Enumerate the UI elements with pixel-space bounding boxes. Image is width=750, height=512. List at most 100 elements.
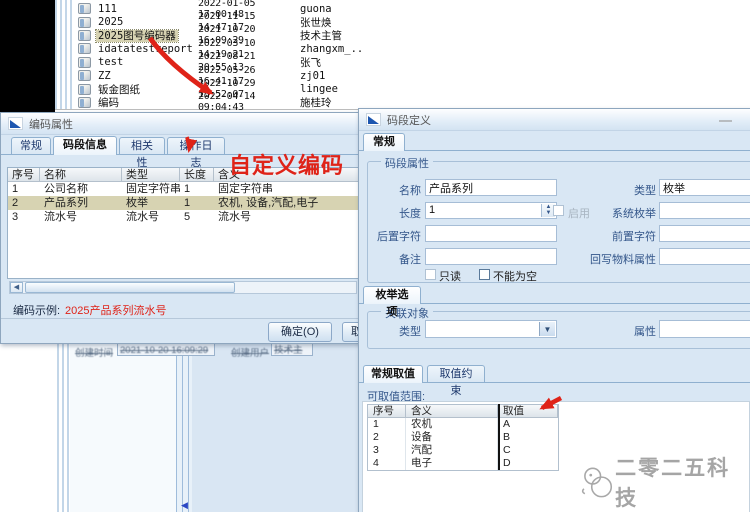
col-header[interactable]: 序号 [8,168,40,181]
tab-relevance[interactable]: 相关性 [119,137,165,155]
pane-splitter-top[interactable] [55,0,72,110]
readonly-checkbox[interactable] [425,269,436,280]
type-input[interactable] [659,179,750,196]
col-header[interactable]: 长度 [180,168,214,181]
segment-props-group-label: 码段属性 [381,155,433,171]
segment-row-selected[interactable]: 2 产品系列 枚举 1 农机, 设备,汽配,电子 [8,196,360,210]
file-name[interactable]: ZZ [96,70,113,82]
value-row[interactable]: 4 电子 D [368,457,558,470]
app-logo-icon [8,117,23,130]
file-row[interactable]: idatatestreport 2022-03-10 14:19:21 zhan… [72,42,748,55]
notnull-checkbox[interactable] [479,269,490,280]
file-name[interactable]: 钣金图纸 [96,84,142,96]
cell-type: 流水号 [122,210,180,224]
watermark: 二零二五科技 [580,452,750,512]
length-label: 长度 [371,205,421,221]
value-table-header[interactable]: 序号 含义 取值 [368,405,558,418]
scrollbar-thumb[interactable] [25,282,235,293]
tab-general[interactable]: 常规 [11,137,51,155]
col-header[interactable]: 含义 [406,405,498,417]
chevron-down-icon[interactable]: ▼ [539,322,555,336]
tab-segment-info[interactable]: 码段信息 [53,136,117,155]
sample-value: 2025产品系列流水号 [65,302,166,318]
enable-checkbox[interactable] [553,205,564,216]
file-row-selected[interactable]: 2025图号编码器 2021-10-20 16:09:29 技术主管 [72,29,748,42]
name-input[interactable] [425,179,557,196]
col-header[interactable]: 名称 [40,168,122,181]
file-row[interactable]: test 2022-08-21 20:55:13 张飞 [72,56,748,69]
assoc-attr-input[interactable] [659,320,750,338]
file-list: 111 2022-01-05 17:00:48 guona 2025 2021-… [72,2,748,109]
segment-row[interactable]: 1 公司名称 固定字符串 1 固定字符串 [8,182,360,196]
suffix-input[interactable] [425,225,557,242]
document-icon [78,70,91,81]
file-name[interactable]: 111 [96,3,119,15]
sys-enum-input[interactable] [659,202,750,219]
col-header[interactable]: 序号 [368,405,406,417]
tab-underline [359,150,750,151]
notnull-checkbox-label: 不能为空 [493,268,537,284]
document-icon [78,57,91,68]
coding-properties-dialog: 编码属性 常规 码段信息 相关性 操作日志 序号 名称 类型 长度 含义 1 公… [0,112,362,344]
cell-seq: 1 [368,418,406,431]
file-row[interactable]: 111 2022-01-05 17:00:48 guona [72,2,748,15]
tab-general-values[interactable]: 常规取值 [363,365,423,383]
file-row[interactable]: ZZ 2022-05-26 16:41:17 zj01 [72,69,748,82]
cell-meaning: 固定字符串 [214,182,360,196]
column-divider [498,404,500,470]
cell-type: 固定字符串 [122,182,180,196]
file-row[interactable]: 2025 2021-11-15 14:47:17 张世焕 [72,15,748,28]
tab-op-log[interactable]: 操作日志 [167,137,225,155]
background-panel-left [70,344,176,512]
col-header[interactable]: 取值 [498,405,558,417]
value-row[interactable]: 2 设备 B [368,431,558,444]
col-header[interactable]: 类型 [122,168,180,181]
file-name[interactable]: 2025图号编码器 [96,30,178,42]
created-user-label: 创建用户 [231,345,269,359]
type-label: 类型 [606,182,656,198]
tab-enum-options[interactable]: 枚举选项 [363,286,421,304]
cell-value: C [498,444,558,457]
file-name[interactable]: 2025 [96,16,125,28]
file-name[interactable]: test [96,56,125,68]
file-user: zhangxm_.. [300,43,748,55]
file-name[interactable]: idatatestreport [96,43,195,55]
length-spinner[interactable]: 1 ▲▼ [425,202,557,219]
sys-enum-label: 系统枚举 [596,205,656,221]
screenshot-root: 创建时间 2021-10-20 16:09:29 创建用户 技术主管 ◀ 111… [0,0,750,512]
scroll-left-icon[interactable]: ◀ [181,500,188,511]
horizontal-scrollbar[interactable]: ◀ [9,281,357,294]
created-time-label: 创建时间 [75,345,113,359]
dark-backdrop [0,0,55,112]
cell-name: 流水号 [40,210,122,224]
cell-meaning: 电子 [406,457,498,470]
scroll-left-button[interactable]: ◀ [10,282,23,293]
file-name[interactable]: 编码 [96,97,121,109]
assoc-type-label: 类型 [371,323,421,339]
file-user: 张飞 [300,55,748,70]
segment-definition-titlebar[interactable]: 码段定义 [359,109,750,131]
file-user: guona [300,3,748,15]
cell-type: 枚举 [122,196,180,210]
document-icon [78,97,91,108]
ok-button[interactable]: 确定(O) [268,322,332,342]
remark-input[interactable] [425,248,557,265]
value-row[interactable]: 3 汽配 C [368,444,558,457]
cell-meaning: 农机 [406,418,498,431]
document-icon [78,30,91,41]
value-row[interactable]: 1 农机 A [368,418,558,431]
tab-general[interactable]: 常规 [363,133,405,151]
minimize-icon[interactable] [719,120,732,122]
segment-row[interactable]: 3 流水号 流水号 5 流水号 [8,210,360,224]
writeback-label: 回写物料属性 [576,251,656,267]
footer-divider [1,318,363,319]
coding-properties-titlebar[interactable]: 编码属性 [1,113,361,135]
cell-value: B [498,431,558,444]
tab-value-constraint[interactable]: 取值约束 [427,365,485,383]
prefix-input[interactable] [659,225,750,242]
pane-splitter-bottom[interactable] [57,344,70,512]
file-row[interactable]: 钣金图纸 2022-10-29 13:52:07 lingee [72,82,748,95]
document-icon [78,43,91,54]
assoc-type-dropdown[interactable]: ▼ [425,320,557,338]
writeback-input[interactable] [659,248,750,265]
